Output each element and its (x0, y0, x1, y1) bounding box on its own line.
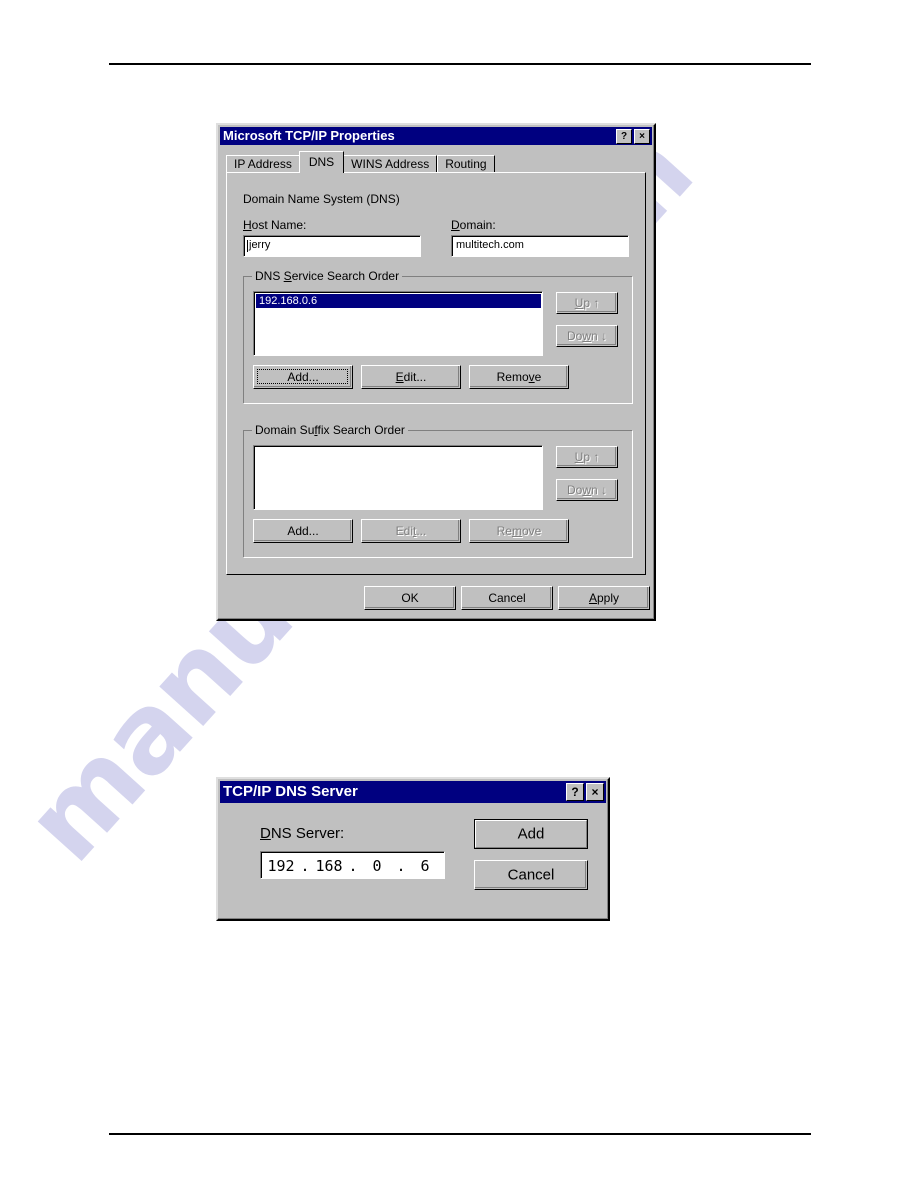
dns-service-listbox[interactable]: 192.168.0.6 (253, 291, 543, 356)
close-icon[interactable]: × (634, 128, 650, 144)
tab-page-dns: Domain Name System (DNS) HHost Name:ost … (226, 172, 646, 575)
domain-suffix-down-button[interactable]: Down ↓ (556, 479, 618, 501)
ip-octet-2: 168 (315, 856, 343, 875)
dns-service-add-label: Add... (287, 370, 319, 384)
domain-suffix-search-order-group: Domain Suffix Search Order Up ↑ Down ↓ A… (243, 423, 633, 558)
domain-label: Domain: (451, 218, 496, 232)
page-footer-rule (109, 1133, 811, 1135)
dns-service-search-order-label: DNS Service Search Order (252, 269, 403, 283)
domain-suffix-remove-button[interactable]: Remove (469, 519, 569, 543)
domain-suffix-search-order-label: Domain Suffix Search Order (252, 423, 408, 437)
close-icon[interactable]: × (586, 783, 604, 801)
cancel-label: Cancel (488, 591, 526, 605)
dns-server-cancel-label: Cancel (507, 866, 555, 884)
dns-service-remove-button[interactable]: Remove (469, 365, 569, 389)
domain-suffix-listbox[interactable] (253, 445, 543, 510)
dns-service-up-button[interactable]: Up ↑ (556, 292, 618, 314)
page-header-rule (109, 63, 811, 65)
dns-server-cancel-button[interactable]: Cancel (474, 860, 588, 890)
help-icon[interactable]: ? (566, 783, 584, 801)
section-title: Domain Name System (DNS) (243, 192, 400, 206)
domain-suffix-edit-button[interactable]: Edit... (361, 519, 461, 543)
ip-separator: . (348, 856, 358, 875)
ip-separator: . (300, 856, 310, 875)
ip-separator: . (396, 856, 406, 875)
dns-service-search-order-group: DNS Service Search Order 192.168.0.6 Up … (243, 269, 633, 404)
domain-suffix-add-button[interactable]: Add... (253, 519, 353, 543)
dns-server-add-button[interactable]: Add (474, 819, 588, 849)
titlebar[interactable]: Microsoft TCP/IP Properties ? × (220, 127, 652, 145)
ok-label: OK (401, 591, 419, 605)
dns-server-label: DNS Server: (260, 825, 345, 842)
titlebar[interactable]: TCP/IP DNS Server ? × (220, 781, 606, 803)
ip-octet-4: 6 (420, 856, 430, 875)
ip-octet-3: 0 (372, 856, 382, 875)
apply-button[interactable]: Apply (558, 586, 650, 610)
ok-button[interactable]: OK (364, 586, 456, 610)
domain-value: multitech.com (456, 239, 524, 251)
domain-input[interactable]: multitech.com (451, 235, 629, 257)
host-name-label: HHost Name:ost Name: (243, 218, 307, 232)
dns-service-add-button[interactable]: Add... (253, 365, 353, 389)
tcpip-dns-server-dialog: TCP/IP DNS Server ? × DNS Server: 192 . … (216, 777, 610, 921)
text-caret (247, 240, 248, 252)
host-name-input[interactable]: jerry (243, 235, 421, 257)
domain-suffix-add-label: Add... (287, 524, 319, 538)
dns-server-add-label: Add (517, 825, 545, 843)
ip-octet-1: 192 (267, 856, 295, 875)
dns-service-down-button[interactable]: Down ↓ (556, 325, 618, 347)
domain-suffix-up-button[interactable]: Up ↑ (556, 446, 618, 468)
help-icon[interactable]: ? (616, 128, 632, 144)
tab-strip: IP Address DNS WINS Address Routing (226, 151, 495, 173)
tab-routing[interactable]: Routing (437, 155, 495, 173)
tcpip-properties-dialog: Microsoft TCP/IP Properties ? × IP Addre… (216, 123, 656, 621)
dns-server-ip-input[interactable]: 192 . 168 . 0 . 6 (260, 851, 445, 879)
window-title: TCP/IP DNS Server (223, 783, 358, 800)
window-title: Microsoft TCP/IP Properties (223, 128, 395, 143)
tab-wins-address[interactable]: WINS Address (343, 155, 438, 173)
dns-service-edit-button[interactable]: Edit... (361, 365, 461, 389)
tab-ip-address[interactable]: IP Address (226, 155, 300, 173)
tab-dns[interactable]: DNS (298, 151, 345, 173)
host-name-value: jerry (249, 239, 271, 251)
list-item[interactable]: 192.168.0.6 (256, 294, 541, 308)
cancel-button[interactable]: Cancel (461, 586, 553, 610)
